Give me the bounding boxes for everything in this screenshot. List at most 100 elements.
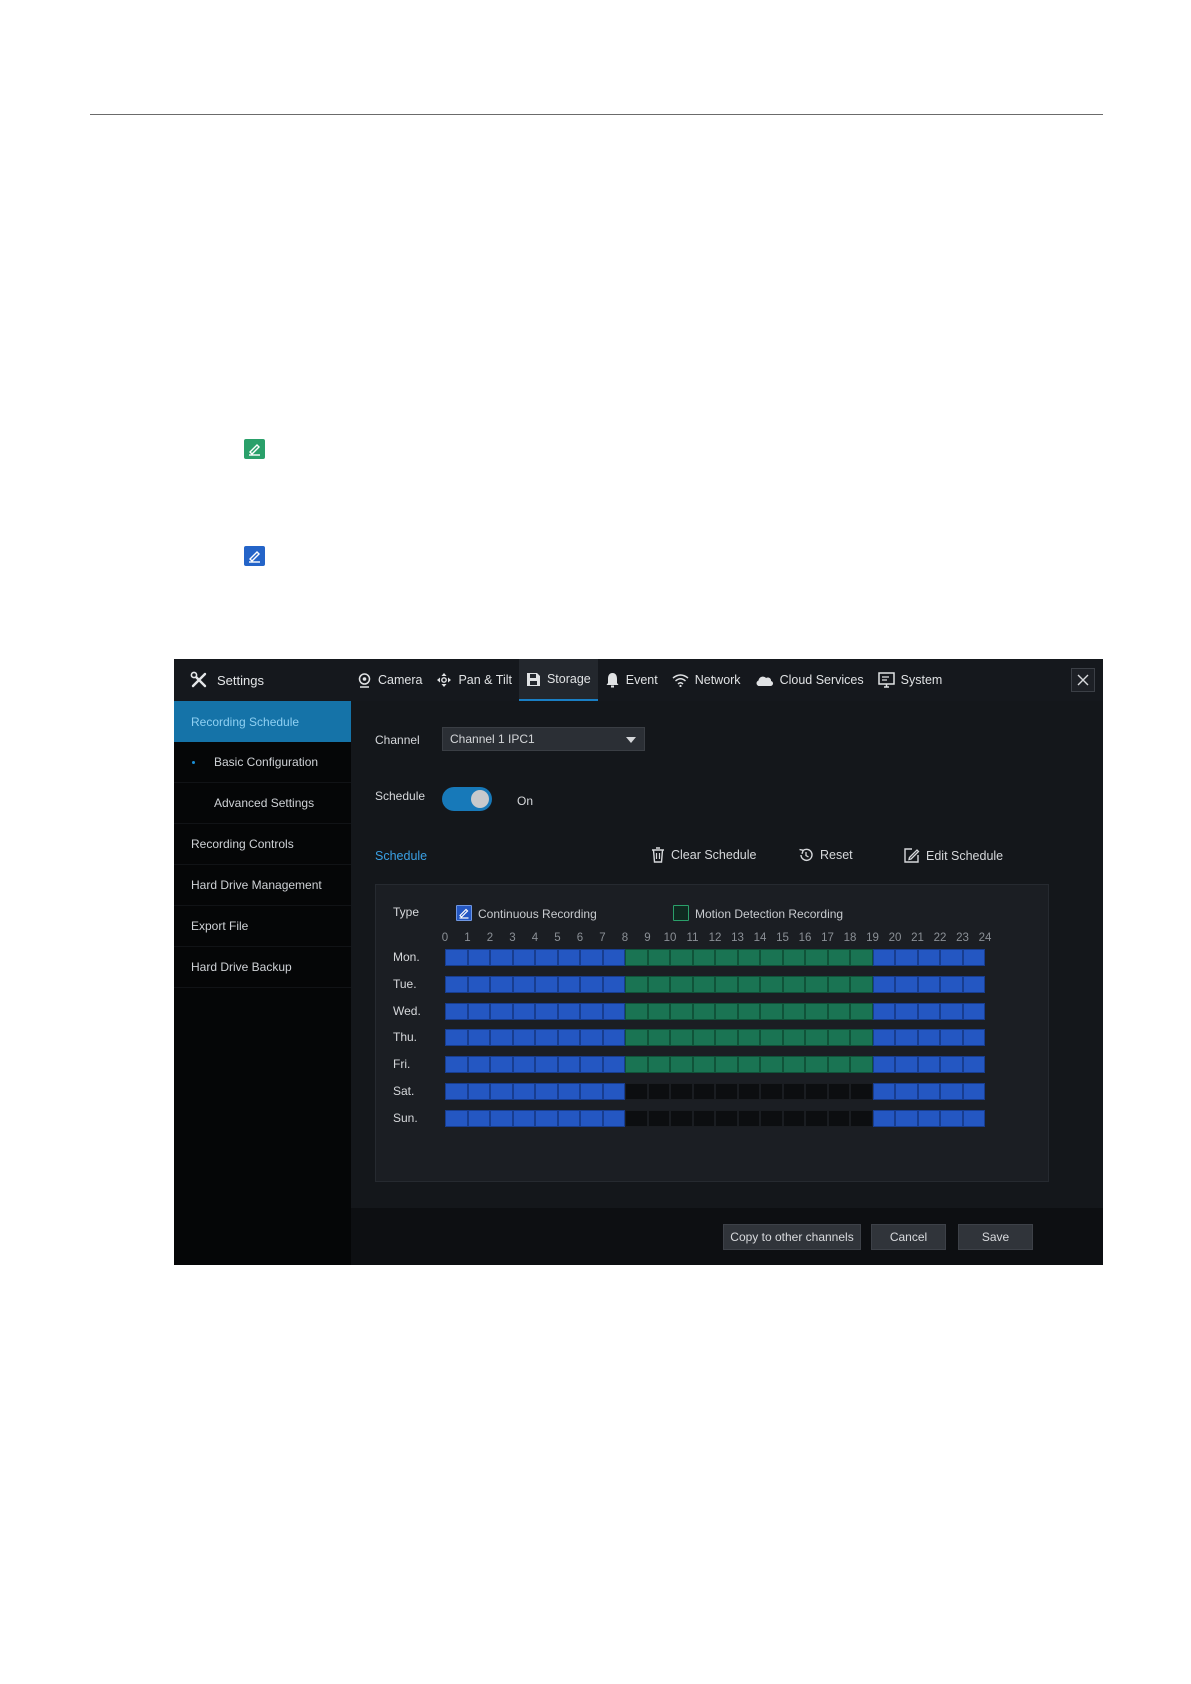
schedule-cell[interactable] (940, 1056, 963, 1074)
schedule-cell[interactable] (872, 1056, 895, 1074)
schedule-cell[interactable] (647, 975, 670, 993)
schedule-cell[interactable] (715, 949, 738, 966)
tab-camera[interactable]: Camera (350, 659, 429, 701)
schedule-cell[interactable] (827, 975, 850, 993)
schedule-cell[interactable] (602, 1056, 625, 1074)
schedule-cell[interactable] (535, 1002, 558, 1020)
schedule-cell[interactable] (580, 949, 603, 966)
schedule-cell[interactable] (895, 1056, 918, 1074)
schedule-cell[interactable] (940, 1002, 963, 1020)
schedule-cell[interactable] (805, 1109, 828, 1127)
schedule-cell[interactable] (670, 949, 693, 966)
schedule-cell[interactable] (760, 949, 783, 966)
copy-to-other-channels-button[interactable]: Copy to other channels (723, 1224, 861, 1250)
clear-schedule-button[interactable]: Clear Schedule (651, 847, 756, 863)
schedule-cell[interactable] (962, 1083, 985, 1100)
tab-network[interactable]: Network (665, 659, 748, 701)
schedule-cell[interactable] (580, 975, 603, 993)
schedule-cell[interactable] (805, 1029, 828, 1047)
schedule-cell[interactable] (962, 949, 985, 966)
schedule-cell[interactable] (647, 1056, 670, 1074)
schedule-cell[interactable] (895, 1002, 918, 1020)
schedule-cell[interactable] (490, 1083, 513, 1100)
schedule-cell[interactable] (467, 1002, 490, 1020)
schedule-cell[interactable] (962, 1029, 985, 1047)
edit-schedule-button[interactable]: Edit Schedule (903, 847, 1003, 864)
schedule-cell[interactable] (917, 975, 940, 993)
schedule-cell[interactable] (467, 1109, 490, 1127)
schedule-cell[interactable] (602, 1109, 625, 1127)
schedule-cell[interactable] (715, 1109, 738, 1127)
schedule-cell[interactable] (535, 949, 558, 966)
schedule-cell[interactable] (827, 1083, 850, 1100)
schedule-cell[interactable] (760, 1029, 783, 1047)
cancel-button[interactable]: Cancel (871, 1224, 946, 1250)
schedule-cell[interactable] (512, 1029, 535, 1047)
schedule-cell[interactable] (580, 1029, 603, 1047)
schedule-cell[interactable] (760, 1002, 783, 1020)
sidebar-item-recording-controls[interactable]: Recording Controls (174, 824, 351, 865)
schedule-cell[interactable] (940, 949, 963, 966)
schedule-cell[interactable] (580, 1083, 603, 1100)
schedule-cell[interactable] (512, 949, 535, 966)
schedule-cell[interactable] (827, 1002, 850, 1020)
schedule-cell[interactable] (850, 949, 873, 966)
schedule-cell[interactable] (760, 975, 783, 993)
schedule-cell[interactable] (850, 1029, 873, 1047)
schedule-cell[interactable] (467, 1083, 490, 1100)
schedule-cell[interactable] (782, 975, 805, 993)
schedule-cell[interactable] (490, 1109, 513, 1127)
schedule-cell[interactable] (535, 975, 558, 993)
schedule-cell[interactable] (625, 1029, 648, 1047)
close-button[interactable] (1071, 668, 1095, 692)
schedule-cell[interactable] (737, 975, 760, 993)
schedule-cell[interactable] (512, 1056, 535, 1074)
schedule-cell[interactable] (827, 949, 850, 966)
schedule-cell[interactable] (692, 1109, 715, 1127)
schedule-cell[interactable] (670, 1083, 693, 1100)
sidebar-item-hard-drive-management[interactable]: Hard Drive Management (174, 865, 351, 906)
schedule-cell[interactable] (602, 1083, 625, 1100)
schedule-cell[interactable] (872, 1083, 895, 1100)
schedule-cell[interactable] (490, 1029, 513, 1047)
schedule-cell[interactable] (715, 1002, 738, 1020)
schedule-cell[interactable] (535, 1083, 558, 1100)
schedule-cell[interactable] (445, 1002, 468, 1020)
tab-storage[interactable]: Storage (518, 659, 598, 701)
continuous-recording-checkbox[interactable] (456, 905, 472, 921)
schedule-cell[interactable] (490, 1056, 513, 1074)
schedule-cell[interactable] (647, 1002, 670, 1020)
schedule-cell[interactable] (715, 975, 738, 993)
schedule-cell[interactable] (467, 1029, 490, 1047)
schedule-cell[interactable] (962, 975, 985, 993)
schedule-cell[interactable] (737, 1056, 760, 1074)
schedule-cell[interactable] (872, 949, 895, 966)
schedule-cell[interactable] (670, 1056, 693, 1074)
schedule-cell[interactable] (692, 1056, 715, 1074)
schedule-cell[interactable] (602, 1002, 625, 1020)
motion-detection-checkbox[interactable] (673, 905, 689, 921)
schedule-cell[interactable] (805, 1056, 828, 1074)
schedule-cell[interactable] (917, 1002, 940, 1020)
schedule-cell[interactable] (445, 1109, 468, 1127)
schedule-cell[interactable] (512, 1083, 535, 1100)
schedule-cell[interactable] (625, 1056, 648, 1074)
schedule-cell[interactable] (445, 975, 468, 993)
reset-button[interactable]: Reset (798, 847, 853, 863)
schedule-cell[interactable] (805, 975, 828, 993)
schedule-cell[interactable] (625, 1083, 648, 1100)
schedule-cell[interactable] (872, 1109, 895, 1127)
schedule-cell[interactable] (962, 1002, 985, 1020)
schedule-cell[interactable] (715, 1083, 738, 1100)
schedule-cell[interactable] (580, 1109, 603, 1127)
schedule-toggle[interactable] (442, 787, 492, 811)
schedule-cell[interactable] (490, 949, 513, 966)
tab-cloud-services[interactable]: Cloud Services (748, 659, 871, 701)
schedule-cell[interactable] (512, 1109, 535, 1127)
save-button[interactable]: Save (958, 1224, 1033, 1250)
schedule-cell[interactable] (625, 1002, 648, 1020)
sidebar-item-hard-drive-backup[interactable]: Hard Drive Backup (174, 947, 351, 988)
schedule-cell[interactable] (805, 949, 828, 966)
schedule-cell[interactable] (602, 975, 625, 993)
schedule-cell[interactable] (557, 1029, 580, 1047)
